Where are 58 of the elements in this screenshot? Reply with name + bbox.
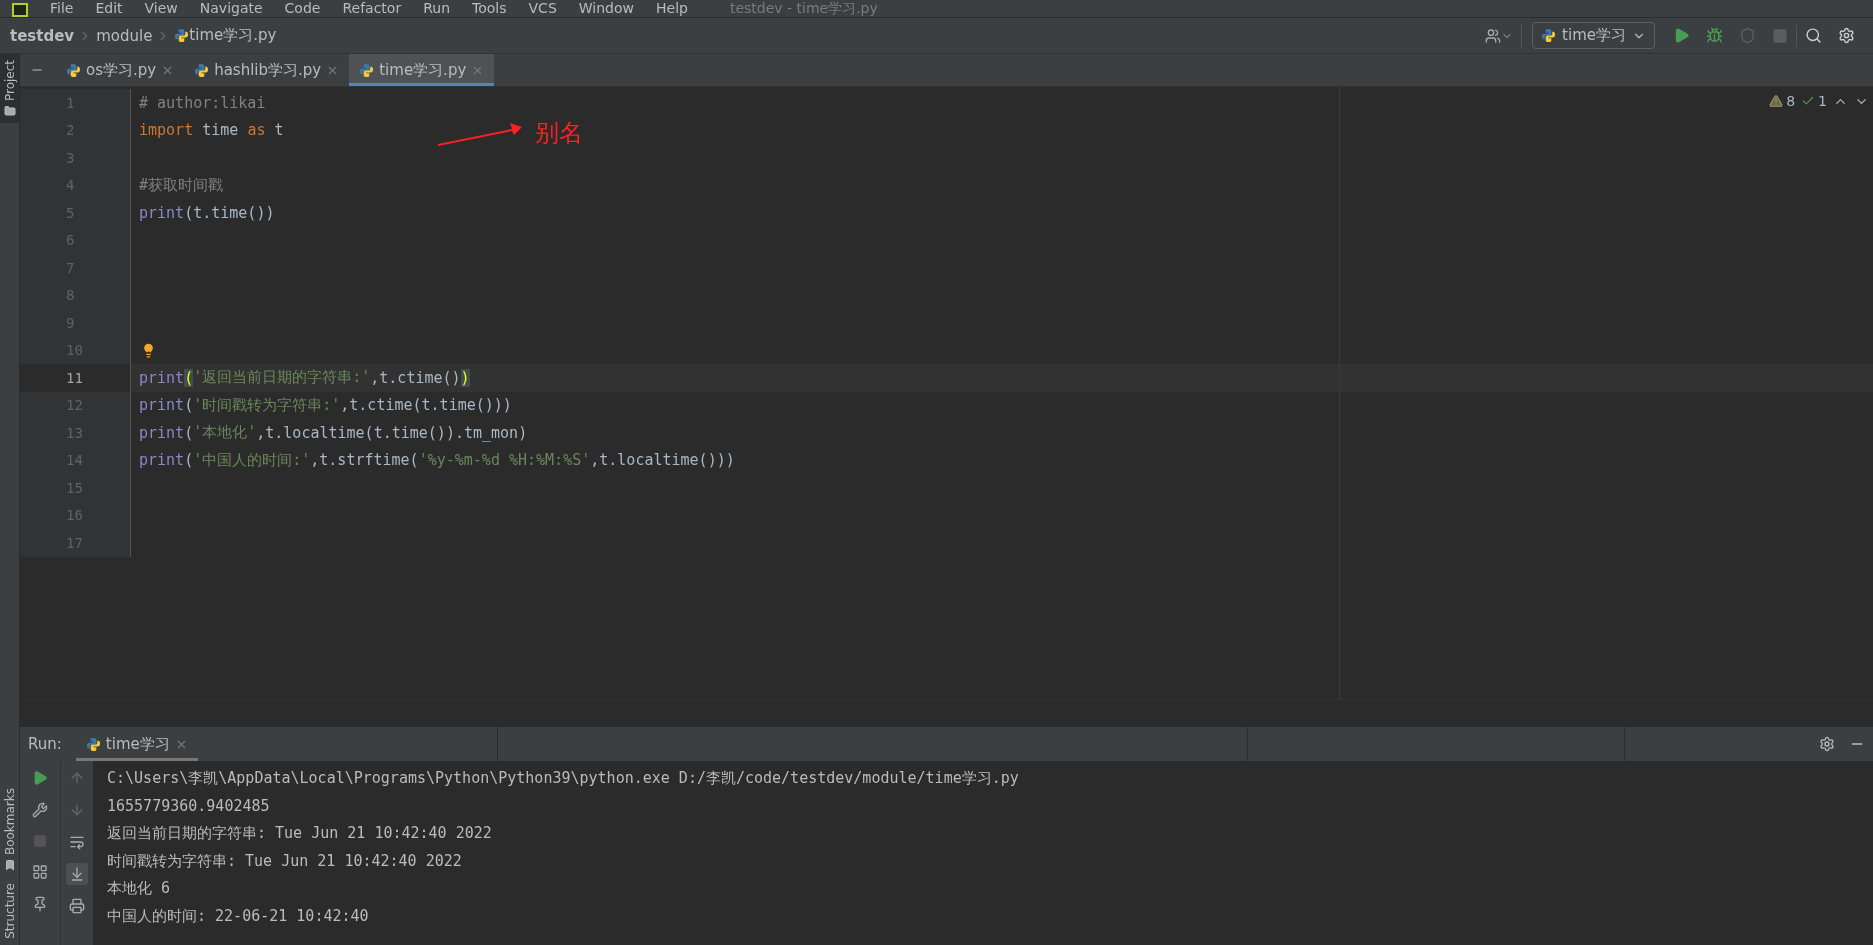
settings-icon[interactable]	[1819, 736, 1835, 752]
console-line: 中国人的时间: 22-06-21 10:42:40	[107, 905, 370, 927]
code-line: #获取时间戳	[138, 175, 224, 195]
file-tab[interactable]: hashlib学习.py	[184, 54, 350, 86]
code-line: print('本地化',t.localtime(t.time()).tm_mon)	[138, 423, 528, 443]
check-icon[interactable]	[1801, 94, 1816, 108]
folder-icon	[3, 105, 16, 118]
scroll-to-end-icon[interactable]	[66, 863, 88, 885]
menu-item[interactable]: Window	[578, 1, 634, 17]
search-icon[interactable]	[1805, 27, 1822, 44]
side-tab[interactable]: Bookmarks	[0, 782, 19, 878]
breadcrumb[interactable]: time学习.py	[189, 26, 277, 45]
menu-item[interactable]: Tools	[472, 1, 507, 17]
run-config-dropdown[interactable]: time学习	[1532, 22, 1655, 49]
menu-item[interactable]: VCS	[528, 1, 557, 17]
file-tab[interactable]: os学习.py	[56, 54, 185, 86]
console-line: 本地化 6	[107, 878, 172, 899]
breadcrumb[interactable]: module	[96, 26, 153, 45]
python-icon	[85, 736, 101, 752]
breadcrumb[interactable]: testdev	[10, 26, 75, 45]
code-line: # author:likai	[138, 93, 266, 112]
python-icon	[194, 62, 210, 78]
code-line: print(t.time())	[138, 203, 275, 222]
bookmark-icon	[3, 859, 16, 872]
menu-item[interactable]: Code	[284, 1, 321, 17]
code-line: import time as t	[138, 121, 284, 140]
run-label: Run:	[27, 734, 63, 755]
python-icon	[359, 62, 375, 78]
file-tab[interactable]: time学习.py	[349, 54, 495, 86]
warning-icon[interactable]	[1769, 94, 1784, 108]
console-line: 返回当前日期的字符串: Tue Jun 21 10:42:40 2022	[107, 823, 493, 844]
python-icon	[174, 28, 190, 43]
warning-count[interactable]: 8	[1786, 93, 1796, 109]
lightbulb-icon[interactable]	[141, 342, 156, 358]
run-icon[interactable]	[1673, 27, 1690, 44]
python-icon	[1541, 28, 1557, 43]
python-icon	[66, 62, 81, 78]
console-line: C:\Users\李凯\AppData\Local\Programs\Python\Python39\python.exe D:/李凯/code/testdev/module/time学习.py	[107, 768, 1019, 789]
menu-item[interactable]: File	[50, 1, 74, 17]
code-line: print('时间戳转为字符串:',t.ctime(t.time()))	[138, 395, 512, 415]
code-line: print('中国人的时间:',t.strftime('%y-%m-%d %H:%M:%S',t.localtime()))	[138, 450, 735, 470]
menu-item[interactable]: View	[144, 1, 178, 17]
menu-item[interactable]: Navigate	[199, 1, 263, 17]
users-icon[interactable]	[1485, 27, 1514, 44]
console-line: 1655779360.9402485	[107, 795, 271, 817]
menu-item[interactable]: Run	[423, 1, 451, 17]
side-tab[interactable]: Structure	[0, 877, 19, 945]
bug-icon[interactable]	[1706, 27, 1723, 44]
annotation-text: 别名	[535, 118, 583, 149]
menu-item[interactable]: Help	[656, 1, 688, 17]
typo-count[interactable]: 1	[1818, 93, 1827, 109]
settings-icon[interactable]	[1838, 27, 1855, 44]
menu-item[interactable]: Refactor	[342, 1, 402, 17]
console-line: 时间戳转为字符串: Tue Jun 21 10:42:40 2022	[107, 850, 463, 872]
project-tab[interactable]: Project	[0, 54, 19, 124]
line-number: 11	[66, 369, 83, 386]
code-line: print('返回当前日期的字符串:',t.ctime())	[138, 368, 470, 388]
menu-item[interactable]: Edit	[95, 1, 123, 17]
